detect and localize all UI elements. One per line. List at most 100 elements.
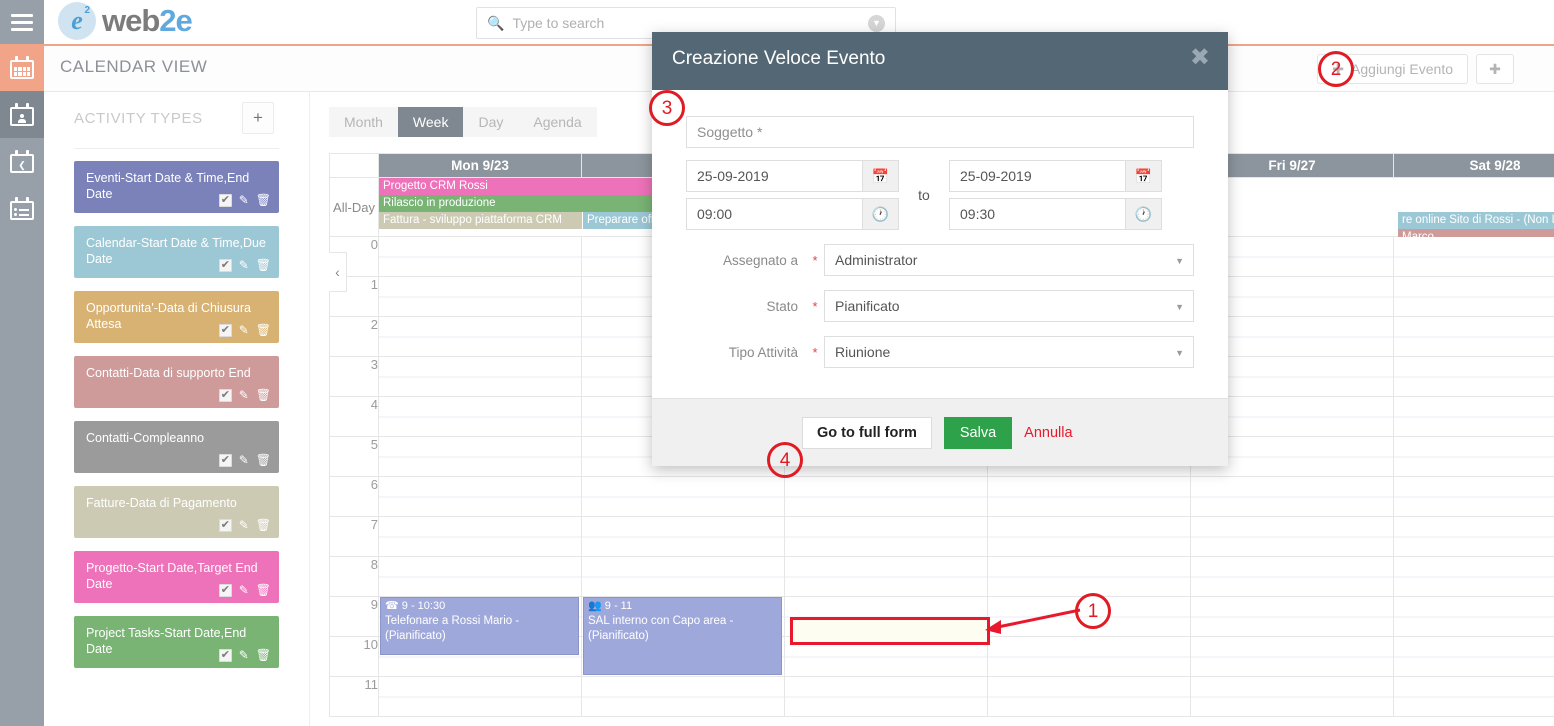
calendar-tab-week[interactable]: Week <box>397 107 464 137</box>
time-slot[interactable] <box>1393 636 1554 677</box>
time-slot[interactable] <box>784 516 988 557</box>
calendar-tab-day[interactable]: Day <box>463 107 519 137</box>
time-slot[interactable] <box>1393 276 1554 317</box>
time-slot[interactable] <box>581 556 785 597</box>
time-slot[interactable] <box>1393 556 1554 597</box>
activity-type-item[interactable]: Project Tasks-Start Date,End Date✎🗑 <box>74 616 279 668</box>
visibility-checkbox[interactable] <box>218 322 232 338</box>
time-slot[interactable] <box>378 676 582 717</box>
visibility-checkbox[interactable] <box>218 517 232 533</box>
time-slot[interactable] <box>1393 236 1554 277</box>
cancel-button[interactable]: Annulla <box>1024 425 1072 441</box>
rail-item-calendar-share[interactable]: ❮ <box>0 138 44 185</box>
go-to-full-form-button[interactable]: Go to full form <box>802 416 932 449</box>
time-slot[interactable] <box>987 476 1191 517</box>
delete-icon[interactable]: 🗑 <box>256 649 271 662</box>
time-slot[interactable] <box>1190 556 1394 597</box>
calendar-picker-icon[interactable]: 📅 <box>862 161 898 191</box>
start-time-field[interactable]: 09:00 🕐 <box>686 198 899 230</box>
activity-type-item[interactable]: Fatture-Data di Pagamento✎🗑 <box>74 486 279 538</box>
activity-type-item[interactable]: Contatti-Data di supporto End✎🗑 <box>74 356 279 408</box>
visibility-checkbox[interactable] <box>218 387 232 403</box>
field-select[interactable]: Pianificato ▼ <box>824 290 1194 322</box>
time-slot[interactable] <box>1393 316 1554 357</box>
edit-icon[interactable]: ✎ <box>239 649 249 662</box>
activity-type-item[interactable]: Contatti-Compleanno✎🗑 <box>74 421 279 473</box>
field-select[interactable]: Riunione ▼ <box>824 336 1194 368</box>
add-button[interactable]: ✚ <box>1476 54 1514 84</box>
visibility-checkbox[interactable] <box>218 582 232 598</box>
edit-icon[interactable]: ✎ <box>239 519 249 532</box>
time-slot[interactable] <box>378 516 582 557</box>
time-slot[interactable] <box>378 436 582 477</box>
visibility-checkbox[interactable] <box>218 452 232 468</box>
delete-icon[interactable]: 🗑 <box>256 584 271 597</box>
activity-type-item[interactable]: Eventi-Start Date & Time,End Date✎🗑 <box>74 161 279 213</box>
time-slot[interactable] <box>378 556 582 597</box>
edit-icon[interactable]: ✎ <box>239 194 249 207</box>
visibility-checkbox[interactable] <box>218 647 232 663</box>
time-slot[interactable]: ☎ 9 - 10:30 Telefonare a Rossi Mario - (P… <box>378 596 582 655</box>
activity-type-item[interactable]: Calendar-Start Date & Time,Due Date✎🗑 <box>74 226 279 278</box>
edit-icon[interactable]: ✎ <box>239 324 249 337</box>
time-slot[interactable] <box>1190 676 1394 717</box>
visibility-checkbox[interactable] <box>218 192 232 208</box>
rail-item-calendar-list[interactable] <box>0 185 44 232</box>
collapse-panel-arrow[interactable]: ‹ <box>329 252 347 292</box>
time-slot[interactable] <box>378 356 582 397</box>
time-slot[interactable] <box>581 516 785 557</box>
start-date-field[interactable]: 25-09-2019 📅 <box>686 160 899 192</box>
time-slot[interactable] <box>784 556 988 597</box>
clock-picker-icon[interactable]: 🕐 <box>1125 199 1161 229</box>
time-slot[interactable] <box>1393 396 1554 437</box>
time-slot[interactable] <box>378 316 582 357</box>
edit-icon[interactable]: ✎ <box>239 454 249 467</box>
delete-icon[interactable]: 🗑 <box>256 519 271 532</box>
delete-icon[interactable]: 🗑 <box>256 324 271 337</box>
menu-toggle-button[interactable] <box>0 0 44 44</box>
time-slot[interactable] <box>1393 676 1554 717</box>
rail-item-calendar-contacts[interactable] <box>0 91 44 138</box>
rail-item-calendar-grid[interactable] <box>0 44 44 91</box>
time-slot[interactable] <box>987 636 1191 677</box>
time-slot[interactable] <box>581 676 785 717</box>
time-slot[interactable] <box>378 396 582 437</box>
time-slot[interactable] <box>784 676 988 717</box>
time-slot[interactable] <box>1393 476 1554 517</box>
calendar-tab-agenda[interactable]: Agenda <box>518 107 597 137</box>
time-slot[interactable] <box>378 476 582 517</box>
time-slot[interactable] <box>784 476 988 517</box>
activity-type-item[interactable]: Opportunita'-Data di Chiusura Attesa✎🗑 <box>74 291 279 343</box>
end-time-field[interactable]: 09:30 🕐 <box>949 198 1162 230</box>
time-slot[interactable] <box>581 476 785 517</box>
activity-type-item[interactable]: Progetto-Start Date,Target End Date✎🗑 <box>74 551 279 603</box>
calendar-tab-month[interactable]: Month <box>329 107 398 137</box>
clock-picker-icon[interactable]: 🕐 <box>862 199 898 229</box>
delete-icon[interactable]: 🗑 <box>256 259 271 272</box>
time-slot[interactable] <box>987 516 1191 557</box>
app-logo[interactable]: e 2 web2e <box>58 2 193 40</box>
chevron-down-icon[interactable]: ▼ <box>868 14 885 32</box>
time-slot[interactable] <box>1393 436 1554 477</box>
calendar-picker-icon[interactable]: 📅 <box>1125 161 1161 191</box>
delete-icon[interactable]: 🗑 <box>256 389 271 402</box>
time-slot[interactable] <box>1393 596 1554 637</box>
edit-icon[interactable]: ✎ <box>239 259 249 272</box>
close-icon[interactable]: ✖ <box>1190 46 1210 70</box>
time-slot[interactable] <box>1393 356 1554 397</box>
time-slot[interactable] <box>378 276 582 317</box>
time-slot[interactable] <box>378 236 582 277</box>
edit-icon[interactable]: ✎ <box>239 584 249 597</box>
time-slot[interactable]: 👥 9 - 11 SAL interno con Capo area - (Pia… <box>581 596 785 675</box>
all-day-event[interactable]: Fattura - sviluppo piattaforma CRM <box>379 212 582 229</box>
highlight-rectangle-new-slot[interactable] <box>790 617 990 645</box>
time-slot[interactable] <box>1190 516 1394 557</box>
time-slot[interactable] <box>1190 636 1394 677</box>
add-activity-type-button[interactable]: + <box>242 102 274 134</box>
time-slot[interactable] <box>1393 516 1554 557</box>
time-slot[interactable] <box>1190 596 1394 637</box>
end-date-field[interactable]: 25-09-2019 📅 <box>949 160 1162 192</box>
calendar-event[interactable]: ☎ 9 - 10:30 Telefonare a Rossi Mario - (P… <box>380 597 579 655</box>
edit-icon[interactable]: ✎ <box>239 389 249 402</box>
delete-icon[interactable]: 🗑 <box>256 454 271 467</box>
